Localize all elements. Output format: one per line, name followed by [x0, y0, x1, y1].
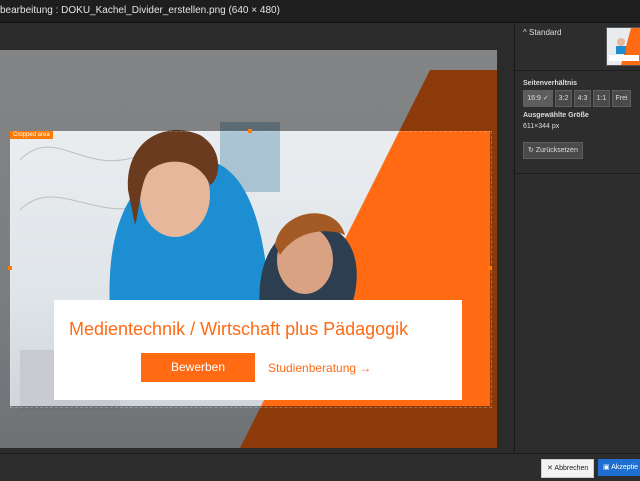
- image-editor-stage: Cropped area Medientechnik / Wirtschaft …: [0, 23, 513, 453]
- dialog-footer: ✕ Abbrechen ▣ Akzeptie: [0, 453, 640, 481]
- crop-handle-top[interactable]: [248, 129, 252, 133]
- preset-toggle[interactable]: ^ Standard: [523, 28, 561, 37]
- accept-label: Akzeptie: [611, 464, 639, 471]
- crop-handle-left[interactable]: [8, 266, 12, 270]
- save-icon: ▣: [603, 464, 610, 471]
- banner-title: Medientechnik / Wirtschaft plus Pädagogi…: [69, 319, 409, 339]
- chevron-up-icon: ^: [523, 28, 527, 37]
- thumbnail-image: [607, 28, 640, 65]
- cancel-button[interactable]: ✕ Abbrechen: [541, 459, 595, 478]
- apply-button[interactable]: Bewerben: [141, 353, 255, 382]
- ratio-3-2-button[interactable]: 3:2: [555, 90, 572, 107]
- banner-card: Medientechnik / Wirtschaft plus Pädagogi…: [54, 300, 462, 400]
- crop-shade-top: [0, 50, 497, 131]
- preset-thumbnail[interactable]: [606, 27, 640, 66]
- crop-handle-right[interactable]: [488, 266, 492, 270]
- ratio-16-9-button[interactable]: 16:9 ✓: [523, 90, 553, 107]
- ratio-1-1-button[interactable]: 1:1: [593, 90, 610, 107]
- ratio-heading: Seitenverhältnis: [523, 80, 578, 87]
- separator: [515, 70, 640, 71]
- size-heading: Ausgewählte Größe: [523, 112, 589, 119]
- title-bar: bearbeitung : DOKU_Kachel_Divider_erstel…: [0, 0, 640, 23]
- reset-label: Zurücksetzen: [535, 147, 578, 154]
- ratio-4-3-button[interactable]: 4:3: [574, 90, 591, 107]
- preset-label: Standard: [529, 28, 562, 37]
- crop-shade-bottom: [0, 406, 497, 448]
- advice-link[interactable]: Studienberatung →: [268, 361, 371, 375]
- window-title: bearbeitung : DOKU_Kachel_Divider_erstel…: [0, 5, 280, 16]
- crop-area-label: Cropped area: [10, 131, 53, 139]
- reset-button[interactable]: ↻ Zurücksetzen: [523, 142, 583, 159]
- refresh-icon: ↻: [528, 147, 534, 154]
- separator: [515, 173, 640, 174]
- ratio-free-button[interactable]: Frei: [612, 90, 631, 107]
- accept-button[interactable]: ▣ Akzeptie: [598, 459, 640, 476]
- size-value: 611×344 px: [523, 123, 560, 130]
- crop-settings-panel: ^ Standard Seitenverhältnis 16:9 ✓ 3:2 4…: [514, 23, 640, 453]
- crop-canvas[interactable]: Cropped area Medientechnik / Wirtschaft …: [0, 50, 497, 448]
